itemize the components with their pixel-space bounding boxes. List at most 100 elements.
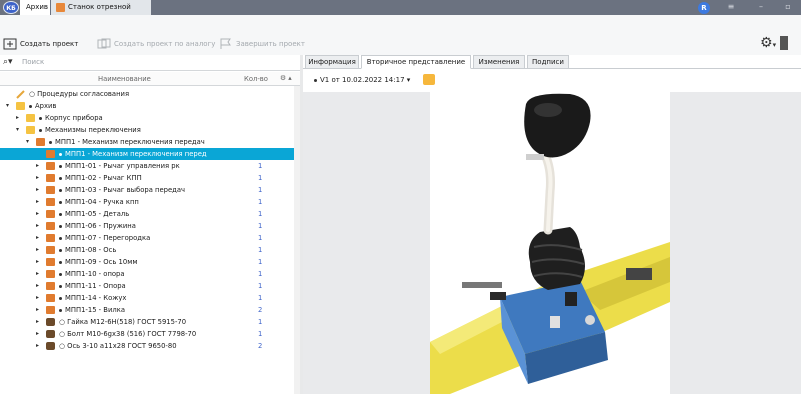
part-icon bbox=[46, 294, 55, 302]
tree-row[interactable]: ▸ Корпус прибора bbox=[0, 112, 300, 124]
tab-changes[interactable]: Изменения bbox=[473, 55, 525, 69]
status-dot-icon bbox=[59, 308, 62, 312]
tree-row[interactable]: ▸ МПП1-10 - опора 1 bbox=[0, 268, 300, 280]
expand-arrow-icon[interactable]: ▸ bbox=[16, 112, 19, 124]
tree-row-text: МПП1-06 - Пружина bbox=[65, 222, 136, 230]
tree-row-qty: 1 bbox=[258, 198, 263, 206]
collapse-arrow-icon[interactable]: ▾ bbox=[6, 100, 9, 112]
status-dot-icon bbox=[29, 104, 32, 108]
expand-arrow-icon[interactable]: ▸ bbox=[36, 292, 39, 304]
tree-row[interactable]: ▾ Механизмы переключения bbox=[0, 124, 300, 136]
column-name[interactable]: Наименование bbox=[98, 75, 151, 83]
minimize-button[interactable]: – bbox=[754, 0, 768, 15]
window-titlebar: КБ Архив Станок отрезной R ≡ – ▫ bbox=[0, 0, 801, 15]
tree-row[interactable]: ▾ МПП1 - Механизм переключения передач bbox=[0, 136, 300, 148]
part-icon bbox=[46, 162, 55, 170]
tree-row[interactable]: ▸ МПП1-15 - Вилка 2 bbox=[0, 304, 300, 316]
approval-icon bbox=[16, 90, 25, 99]
model-canvas[interactable] bbox=[430, 92, 670, 394]
expand-arrow-icon[interactable]: ▸ bbox=[36, 280, 39, 292]
detail-tabs: Информация Вторичное представление Измен… bbox=[303, 55, 801, 69]
tree-row-text: МПП1-05 - Деталь bbox=[65, 210, 130, 218]
tree-row-text: Корпус прибора bbox=[45, 114, 103, 122]
expand-arrow-icon[interactable]: ▸ bbox=[36, 304, 39, 316]
tab-info[interactable]: Информация bbox=[305, 55, 359, 69]
column-settings-icon[interactable]: ⚙ ▴ bbox=[280, 74, 292, 82]
tab-machine-label: Станок отрезной bbox=[68, 3, 131, 11]
tree-row[interactable]: ▸ МПП1-05 - Деталь 1 bbox=[0, 208, 300, 220]
tree-row[interactable]: ▸ МПП1-04 - Ручка кпп 1 bbox=[0, 196, 300, 208]
tree-row[interactable]: ▸ МПП1-01 - Рычаг управления рк 1 bbox=[0, 160, 300, 172]
status-dot-icon bbox=[59, 272, 62, 276]
maximize-button[interactable]: ▫ bbox=[781, 0, 795, 15]
finish-project-button[interactable]: Завершить проект bbox=[219, 36, 305, 52]
expand-arrow-icon[interactable]: ▸ bbox=[36, 196, 39, 208]
folder-icon bbox=[26, 126, 35, 134]
expand-arrow-icon[interactable]: ▸ bbox=[36, 160, 39, 172]
expand-arrow-icon[interactable]: ▸ bbox=[36, 232, 39, 244]
side-panel-icon[interactable] bbox=[780, 36, 789, 50]
tree-row-label: МПП1-04 - Ручка кпп bbox=[59, 196, 139, 208]
collapse-arrow-icon[interactable]: ▾ bbox=[16, 124, 19, 136]
part-icon bbox=[46, 222, 55, 230]
model-viewer[interactable] bbox=[303, 92, 801, 394]
tree-row[interactable]: ▸ МПП1-02 - Рычаг КПП 1 bbox=[0, 172, 300, 184]
expand-arrow-icon[interactable]: ▸ bbox=[36, 340, 39, 352]
expand-arrow-icon[interactable]: ▸ bbox=[36, 184, 39, 196]
status-circle-icon: ○ bbox=[59, 318, 68, 326]
tree-row-label: МПП1 - Механизм переключения перед bbox=[59, 148, 207, 160]
tree-row-label: Механизмы переключения bbox=[39, 124, 141, 136]
version-selector[interactable]: V1 от 10.02.2022 14:17 ▾ bbox=[314, 76, 410, 84]
column-qty[interactable]: Кол-во bbox=[244, 75, 268, 83]
tab-secondary-view[interactable]: Вторичное представление bbox=[361, 55, 471, 69]
search-bar[interactable]: ⌕▾ Поиск bbox=[0, 55, 300, 71]
tree-row[interactable]: ▸ ○ Гайка М12-6H(518) ГОСТ 5915-70 1 bbox=[0, 316, 300, 328]
plugins-icon[interactable]: ⚙ bbox=[760, 35, 773, 51]
tree-header: Наименование Кол-во ⚙ ▴ bbox=[0, 72, 300, 86]
assembly-icon bbox=[46, 150, 55, 158]
tree-row[interactable]: ▸ МПП1-09 - Ось 10мм 1 bbox=[0, 256, 300, 268]
expand-arrow-icon[interactable]: ▸ bbox=[36, 268, 39, 280]
tree-row[interactable]: ▸ ○ Ось 3-10 a11x28 ГОСТ 9650-80 2 bbox=[0, 340, 300, 352]
tree-row[interactable]: ▸ МПП1-14 - Кожух 1 bbox=[0, 292, 300, 304]
expand-arrow-icon[interactable]: ▸ bbox=[36, 256, 39, 268]
create-by-analog-button[interactable]: Создать проект по аналогу bbox=[97, 36, 215, 52]
chevron-down-icon[interactable]: ▾ bbox=[773, 41, 777, 49]
toolbar: Создать проект Создать проект по аналогу… bbox=[0, 15, 801, 55]
tree-row[interactable]: МПП1 - Механизм переключения перед bbox=[0, 148, 300, 160]
tree-row-text: Архив bbox=[35, 102, 57, 110]
tree-row-label: МПП1-05 - Деталь bbox=[59, 208, 129, 220]
user-avatar[interactable]: R bbox=[698, 2, 710, 14]
tree-row-qty: 1 bbox=[258, 174, 263, 182]
expand-arrow-icon[interactable]: ▸ bbox=[36, 172, 39, 184]
tree-row[interactable]: ▸ МПП1-06 - Пружина 1 bbox=[0, 220, 300, 232]
tree-row[interactable]: ○ Процедуры согласования bbox=[0, 88, 300, 100]
status-circle-icon: ○ bbox=[29, 90, 38, 98]
expand-arrow-icon[interactable]: ▸ bbox=[36, 220, 39, 232]
expand-arrow-icon[interactable]: ▸ bbox=[36, 328, 39, 340]
menu-icon[interactable]: ≡ bbox=[724, 0, 738, 15]
tab-machine[interactable]: Станок отрезной bbox=[51, 0, 151, 15]
collapse-arrow-icon[interactable]: ▾ bbox=[26, 136, 29, 148]
tree-row[interactable]: ▸ МПП1-08 - Ось 1 bbox=[0, 244, 300, 256]
expand-arrow-icon[interactable]: ▸ bbox=[36, 316, 39, 328]
status-dot-icon bbox=[59, 200, 62, 204]
tree-row-label: МПП1-09 - Ось 10мм bbox=[59, 256, 137, 268]
tree-row-label: Корпус прибора bbox=[39, 112, 103, 124]
part-icon bbox=[46, 198, 55, 206]
search-input[interactable]: Поиск bbox=[22, 58, 44, 66]
tab-archive[interactable]: Архив bbox=[20, 0, 50, 15]
expand-arrow-icon[interactable]: ▸ bbox=[36, 208, 39, 220]
status-dot-icon bbox=[59, 260, 62, 264]
part-icon bbox=[46, 174, 55, 182]
expand-arrow-icon[interactable]: ▸ bbox=[36, 244, 39, 256]
tree-row[interactable]: ▸ МПП1-07 - Перегородка 1 bbox=[0, 232, 300, 244]
tree-row[interactable]: ▸ МПП1-03 - Рычаг выбора передач 1 bbox=[0, 184, 300, 196]
tree-row[interactable]: ▸ МПП1-11 - Опора 1 bbox=[0, 280, 300, 292]
search-icon[interactable]: ⌕▾ bbox=[3, 57, 13, 67]
tree-row[interactable]: ▾ Архив bbox=[0, 100, 300, 112]
tab-signatures[interactable]: Подписи bbox=[527, 55, 569, 69]
comment-icon[interactable] bbox=[423, 74, 435, 85]
tree-row[interactable]: ▸ ○ Болт М10-6gx38 (516) ГОСТ 7798-70 1 bbox=[0, 328, 300, 340]
create-project-button[interactable]: Создать проект bbox=[3, 36, 78, 52]
